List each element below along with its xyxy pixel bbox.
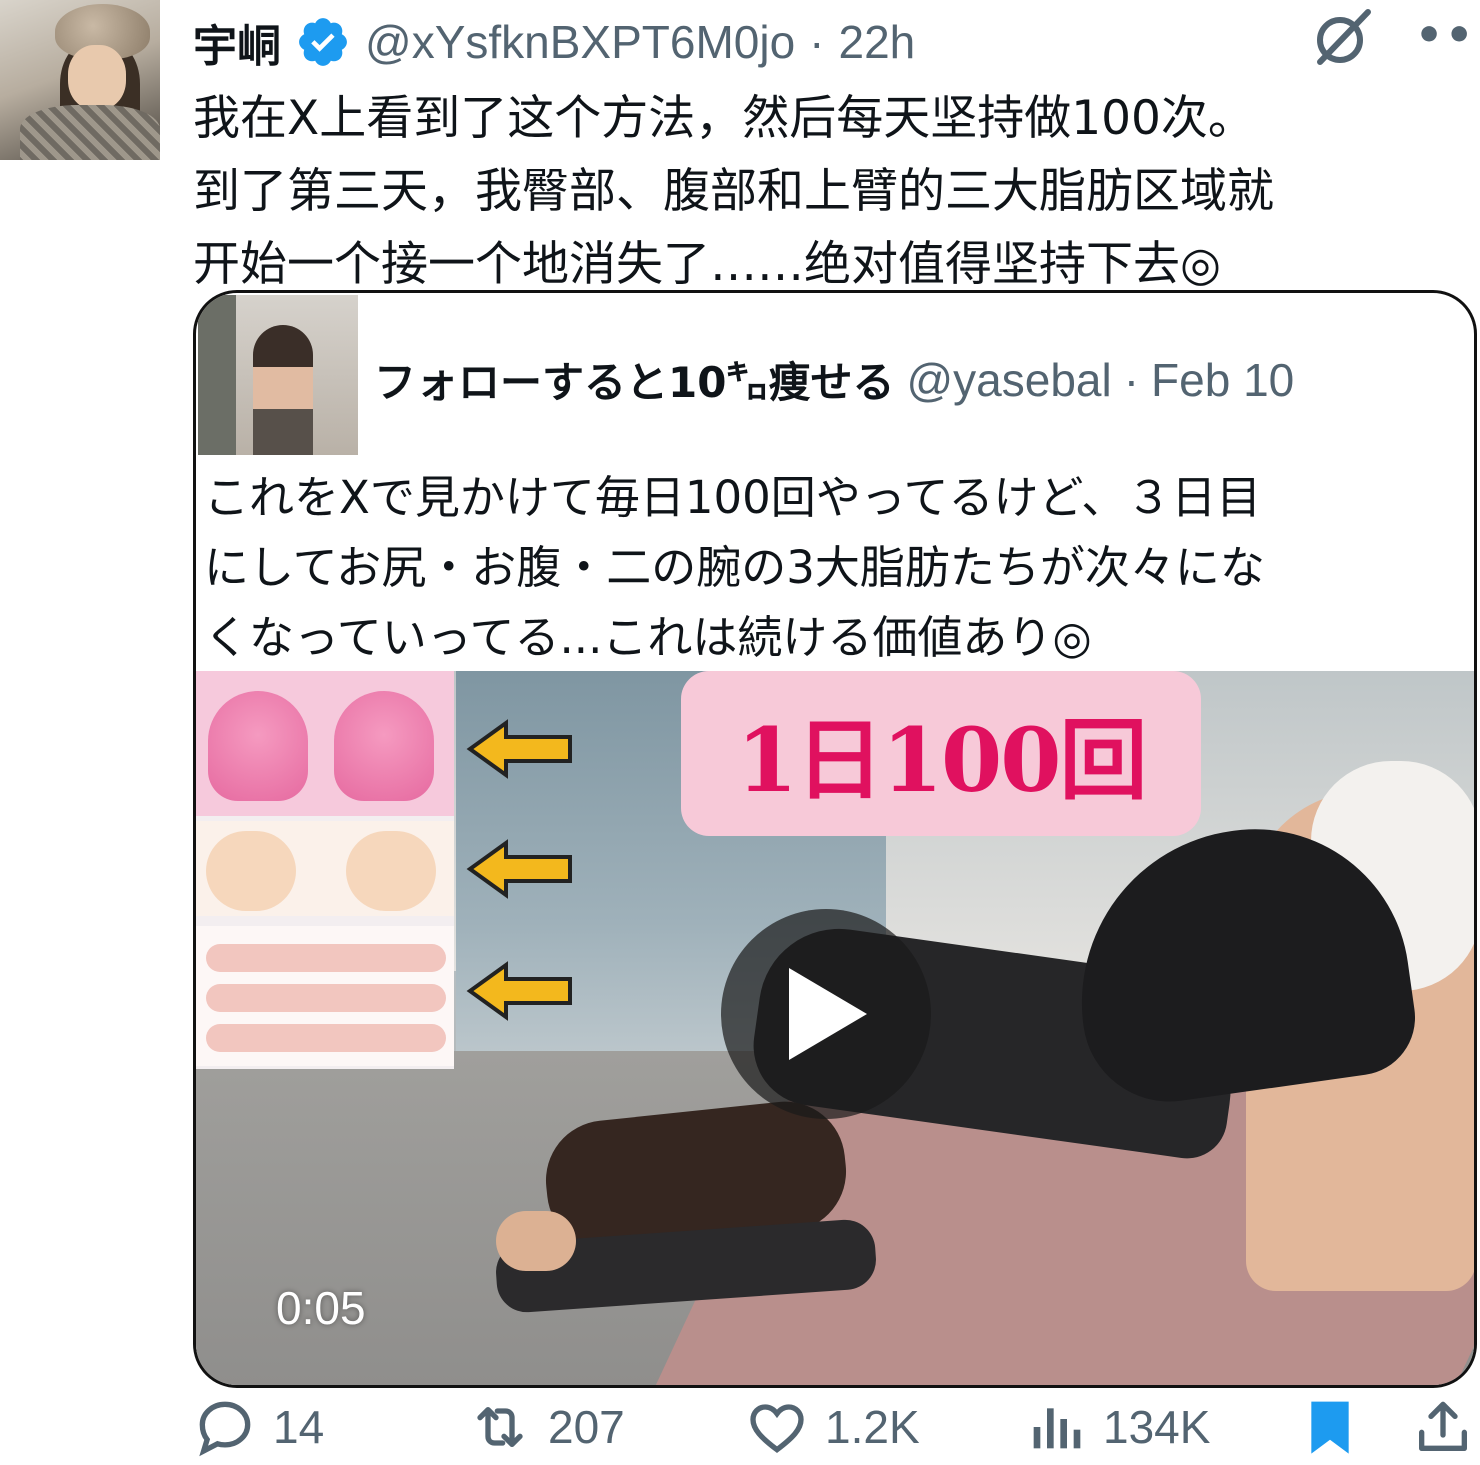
arrow-left-icon bbox=[466, 839, 572, 899]
reply-icon bbox=[199, 1401, 251, 1457]
repost-button[interactable]: 207 bbox=[468, 1395, 625, 1459]
video-overlay-text: 1日100回 bbox=[736, 708, 1148, 812]
quoted-text: これをXで見かけて毎日100回やってるけど、３日目 にしてお尻・お腹・二の腕の3… bbox=[204, 471, 1265, 664]
video-overlay-badge: 1日100回 bbox=[681, 671, 1201, 836]
quoted-author-handle[interactable]: @yasebal bbox=[906, 353, 1111, 407]
avatar-door bbox=[198, 295, 236, 455]
quoted-header: フォローすると10㌔痩せる @yasebal · Feb 10 bbox=[374, 349, 1294, 410]
views-count: 134K bbox=[1103, 1401, 1211, 1453]
author-name[interactable]: 宇峒 bbox=[193, 10, 281, 74]
quoted-author-avatar[interactable] bbox=[198, 295, 358, 455]
bookmark-icon bbox=[1311, 1401, 1349, 1454]
verified-icon bbox=[299, 18, 347, 66]
belly-before bbox=[206, 831, 296, 911]
arm-line bbox=[206, 944, 446, 972]
arm-line bbox=[206, 984, 446, 1012]
repost-icon bbox=[477, 1407, 523, 1447]
arrow-left-icon bbox=[466, 961, 572, 1021]
more-icon[interactable]: ••• bbox=[1415, 10, 1480, 61]
quoted-author-name[interactable]: フォローすると10㌔痩せる bbox=[374, 349, 894, 410]
grok-icon[interactable] bbox=[1310, 6, 1374, 70]
repost-count: 207 bbox=[548, 1401, 625, 1453]
reply-count: 14 bbox=[273, 1401, 325, 1453]
tweet-time[interactable]: 22h bbox=[839, 15, 916, 69]
author-avatar[interactable] bbox=[0, 0, 160, 160]
like-button[interactable]: 1.2K bbox=[745, 1395, 920, 1459]
avatar-body bbox=[20, 105, 160, 160]
belly-after bbox=[346, 831, 436, 911]
infographic-belly bbox=[196, 821, 454, 916]
reply-button[interactable]: 14 bbox=[193, 1395, 324, 1459]
share-button[interactable] bbox=[1411, 1395, 1475, 1459]
separator-dot: · bbox=[809, 16, 825, 68]
like-count: 1.2K bbox=[825, 1401, 920, 1453]
tweet-header: 宇峒 @xYsfknBXPT6M0jo · 22h bbox=[193, 12, 915, 72]
video-player[interactable]: 1日100回 0:05 bbox=[196, 671, 1474, 1385]
video-duration: 0:05 bbox=[276, 1282, 366, 1334]
like-icon bbox=[750, 1404, 804, 1454]
infographic-hips bbox=[196, 671, 454, 816]
tweet-text: 我在X上看到了这个方法，然后每天坚持做100次。 到了第三天，我臀部、腹部和上臂… bbox=[193, 91, 1274, 292]
quoted-time[interactable]: Feb 10 bbox=[1151, 353, 1294, 407]
avatar-face bbox=[68, 45, 126, 110]
play-button[interactable] bbox=[721, 909, 931, 1119]
bookmark-button[interactable] bbox=[1298, 1395, 1362, 1459]
arm-line bbox=[206, 1024, 446, 1052]
views-icon bbox=[1033, 1408, 1081, 1449]
avatar-figure bbox=[253, 325, 313, 455]
share-icon bbox=[1419, 1401, 1467, 1451]
views-button[interactable]: 134K bbox=[1023, 1395, 1210, 1459]
play-icon bbox=[789, 968, 867, 1060]
author-handle[interactable]: @xYsfknBXPT6M0jo bbox=[365, 15, 795, 69]
hips-before bbox=[208, 691, 308, 801]
video-hand bbox=[496, 1211, 576, 1271]
hips-after bbox=[334, 691, 434, 801]
quoted-tweet[interactable]: フォローすると10㌔痩せる @yasebal · Feb 10 これをXで見かけ… bbox=[193, 290, 1477, 1388]
separator-dot: · bbox=[1123, 353, 1140, 406]
infographic-panel bbox=[196, 671, 454, 1069]
action-bar: 14 207 1.2K 134K bbox=[193, 1395, 1480, 1465]
arrow-left-icon bbox=[466, 719, 572, 779]
infographic-arms bbox=[196, 926, 454, 1066]
